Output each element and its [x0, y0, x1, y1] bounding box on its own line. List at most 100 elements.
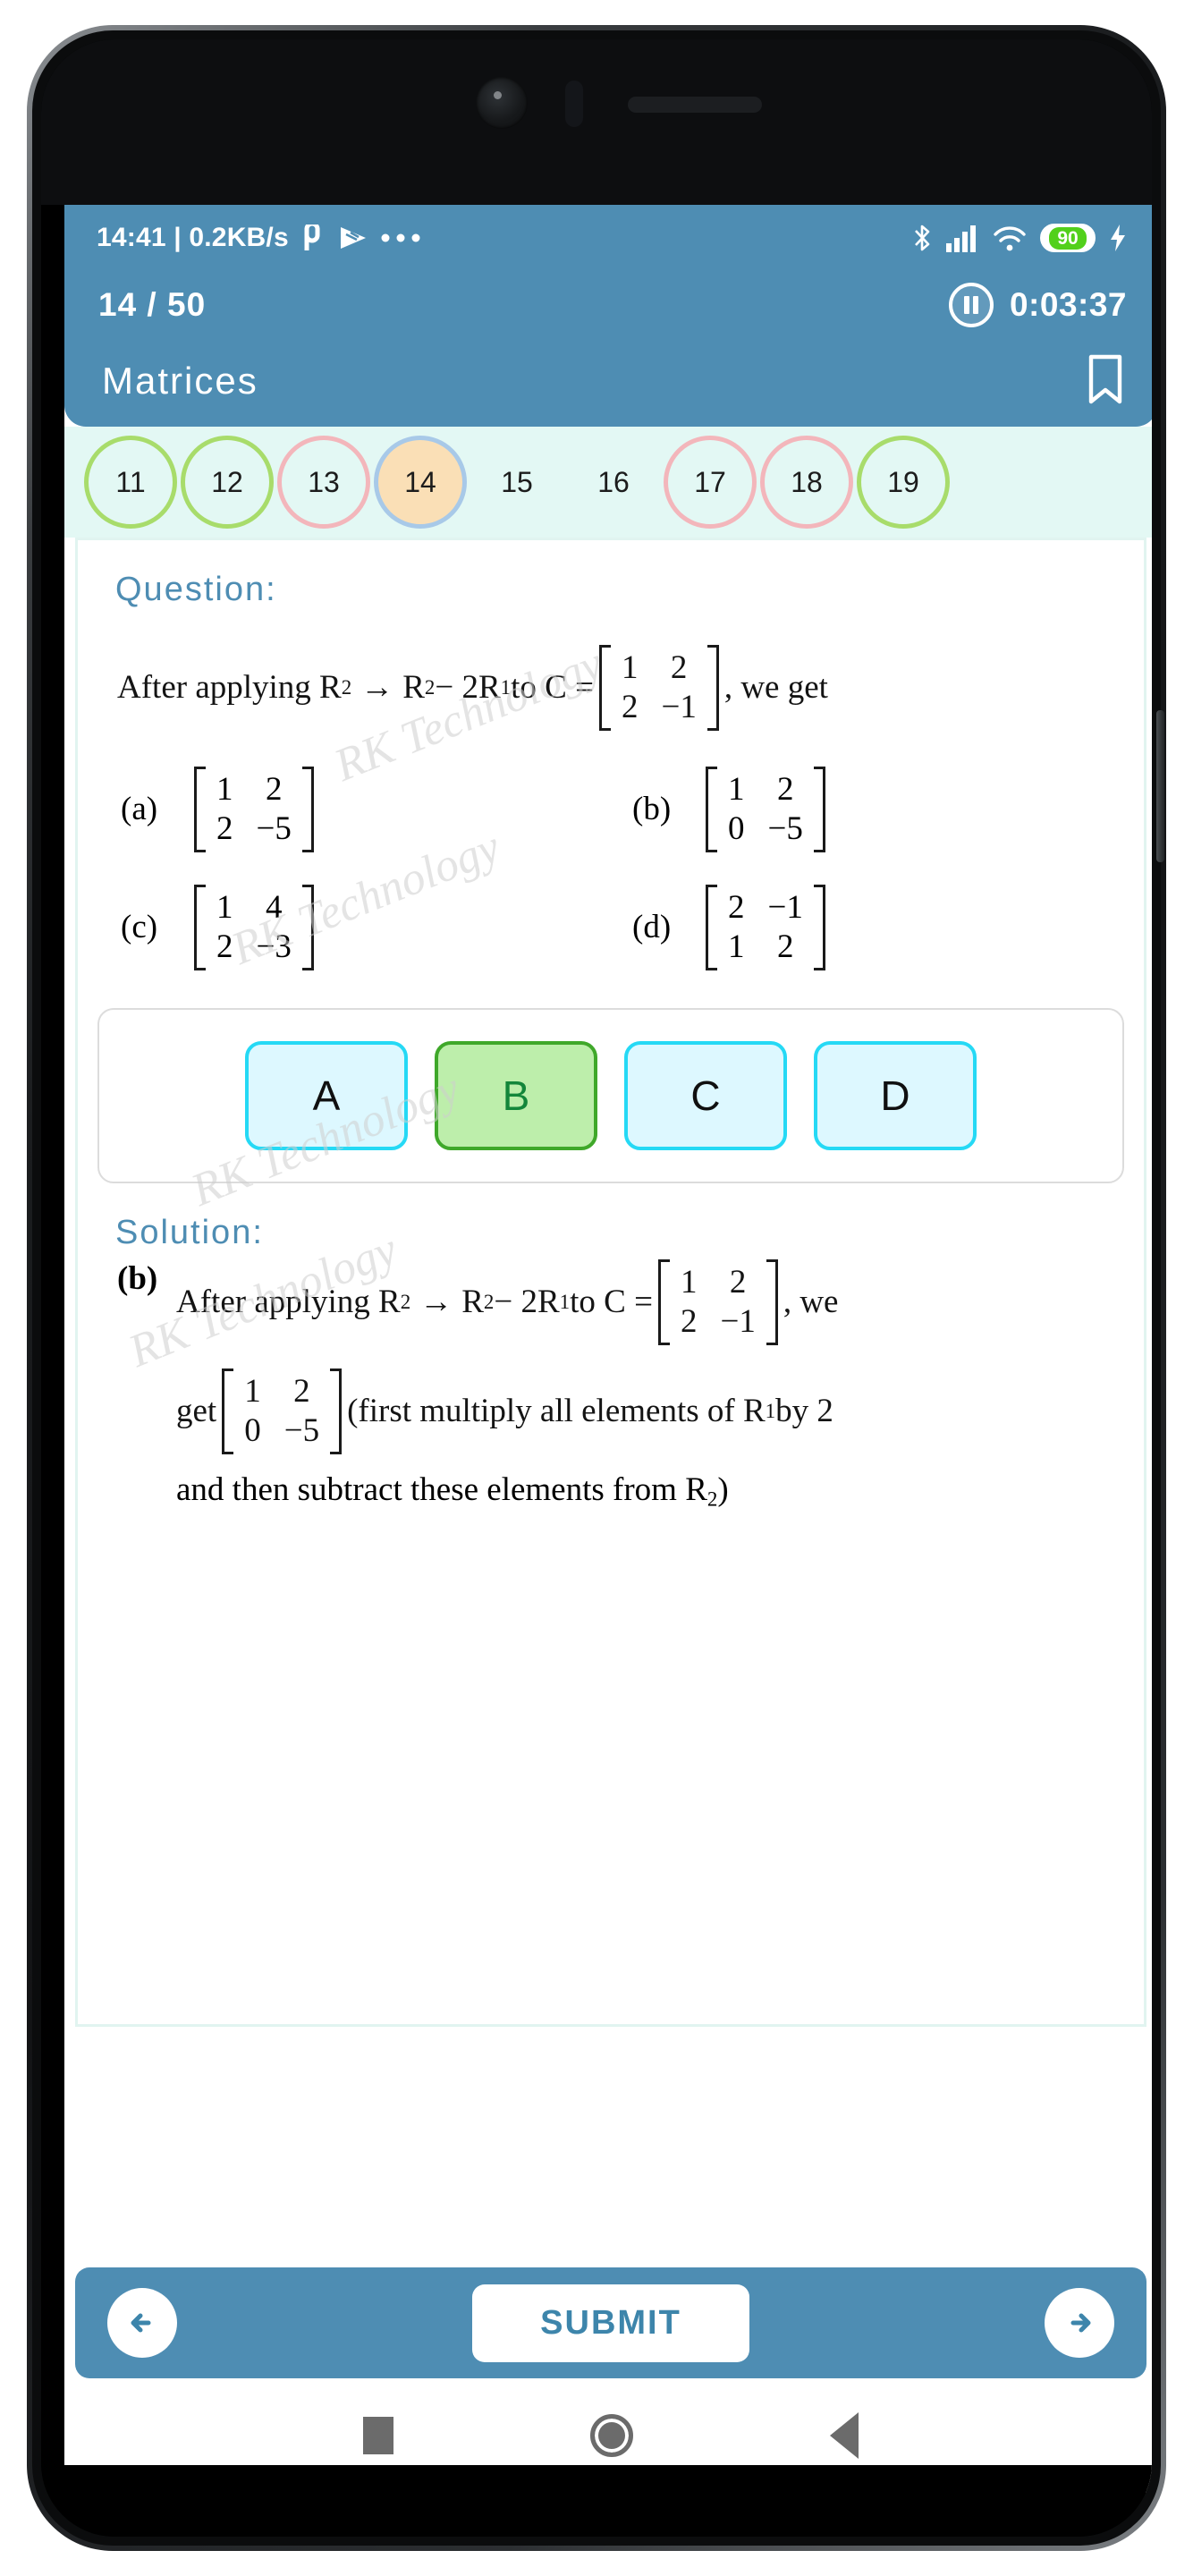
solution-line3-sub: 2 — [706, 1487, 718, 1510]
solution-matrix-1: 1 2 2 −1 — [657, 1258, 778, 1345]
matrix-bracket-right — [766, 1258, 778, 1345]
question-pill-16[interactable]: 16 — [567, 436, 660, 529]
triangle-back-icon[interactable] — [830, 2412, 859, 2459]
notch-area — [41, 39, 1152, 205]
question-pill-14[interactable]: 14 — [374, 436, 467, 529]
matrix-bracket-right — [706, 645, 719, 731]
matrix-cell: 2 — [729, 1263, 747, 1301]
question-number-strip[interactable]: 11 12 13 14 15 16 17 18 19 — [64, 427, 1152, 538]
matrix-cell: −5 — [767, 809, 803, 847]
question-text-before: After applying R — [117, 669, 342, 707]
question-sub-2: 2 — [424, 675, 436, 699]
solution-sub-1: 2 — [400, 1290, 411, 1313]
matrix-cell: 2 — [776, 928, 794, 965]
matrix-cell: −5 — [256, 809, 292, 847]
option-d[interactable]: (d) 2 −1 1 2 — [632, 884, 1144, 970]
solution-line-1: (b) After applying R2 → R2 − 2R 1 to C = … — [117, 1258, 1144, 1345]
solution-line3-before: and then subtract these elements from R — [176, 1470, 707, 1508]
matrix-cell: −1 — [661, 688, 697, 725]
solution-body: (b) After applying R2 → R2 − 2R 1 to C = … — [78, 1252, 1144, 1511]
question-pill-18[interactable]: 18 — [760, 436, 853, 529]
circle-home-icon[interactable] — [590, 2414, 633, 2457]
matrix-cell: 0 — [728, 809, 745, 847]
option-c[interactable]: (c) 1 4 2 −3 — [121, 884, 632, 970]
opera-icon — [301, 225, 326, 251]
question-matrix: 1 2 2 −1 — [598, 645, 719, 731]
matrix-cell: 2 — [265, 770, 283, 808]
solution-line2-before: get — [176, 1393, 217, 1430]
matrix-bracket-right — [301, 766, 314, 852]
option-a[interactable]: (a) 1 2 2 −5 — [121, 766, 632, 852]
answer-button-c[interactable]: C — [624, 1040, 787, 1150]
question-counter: 14 / 50 — [98, 286, 207, 323]
matrix-bracket-left — [706, 884, 717, 970]
title-row: Matrices — [64, 339, 1152, 423]
matrix-values: 1 2 2 −5 — [206, 767, 302, 852]
matrix-cell: −5 — [283, 1411, 320, 1449]
question-pill-11[interactable]: 11 — [84, 436, 177, 529]
matrix-bracket-left — [706, 766, 717, 852]
matrix-bracket-left — [194, 884, 206, 970]
answer-button-b[interactable]: B — [435, 1040, 597, 1150]
matrix-bracket-left — [598, 645, 611, 731]
app-screen: 14:41 | 0.2KB/s 90 14 / 50 0:03:37 Matri… — [64, 205, 1152, 2378]
matrix-values: 2 −1 1 2 — [717, 885, 814, 970]
matrix-values: 1 2 0 −5 — [717, 767, 814, 852]
question-text-to: to C = — [511, 669, 594, 707]
bookmark-icon[interactable] — [1086, 354, 1125, 409]
question-text-after: , we get — [723, 669, 828, 707]
front-camera-icon — [476, 77, 528, 129]
option-label: (a) — [121, 791, 158, 828]
phone-frame: 14:41 | 0.2KB/s 90 14 / 50 0:03:37 Matri… — [27, 25, 1166, 2551]
matrix-bracket-right — [330, 1368, 343, 1454]
page-title: Matrices — [102, 360, 258, 402]
more-dots-icon — [380, 233, 421, 243]
matrix-cell: 2 — [680, 1302, 698, 1340]
answer-button-a[interactable]: A — [245, 1040, 408, 1150]
question-sub-1: 2 — [341, 675, 352, 699]
question-pill-13[interactable]: 13 — [277, 436, 370, 529]
pause-icon[interactable] — [948, 283, 994, 327]
square-recents-icon[interactable] — [363, 2417, 393, 2454]
solution-arrow: → — [419, 1284, 453, 1321]
solution-line2-tail: by 2 — [775, 1393, 833, 1430]
matrix-cell: −1 — [767, 888, 803, 926]
matrix-cell: 1 — [728, 928, 745, 965]
answer-button-d[interactable]: D — [814, 1040, 977, 1150]
solution-line3-after: ) — [717, 1470, 729, 1508]
question-pill-12[interactable]: 12 — [181, 436, 274, 529]
options-grid: (a) 1 2 2 −5 (b) 1 2 0 −5 (c) 1 4 2 −3 (d) 2 −1 1 2 — [78, 731, 1144, 970]
solution-sub-2: 2 — [483, 1290, 495, 1313]
matrix-values: 1 4 2 −3 — [206, 885, 302, 970]
signal-icon — [945, 224, 979, 252]
arrow-left-icon[interactable] — [107, 2288, 177, 2358]
option-b[interactable]: (b) 1 2 0 −5 — [632, 766, 1144, 852]
option-label: (d) — [632, 909, 672, 946]
solution-line-3: and then subtract these elements from R2… — [117, 1470, 1144, 1511]
power-button[interactable] — [1156, 710, 1164, 862]
matrix-values: 1 2 2 −1 — [611, 645, 707, 731]
option-matrix: 1 4 2 −3 — [194, 884, 314, 970]
question-minus: − 2R — [435, 669, 501, 707]
matrix-bracket-right — [813, 766, 825, 852]
arrow-right-icon[interactable] — [1045, 2288, 1114, 2358]
submit-button[interactable]: SUBMIT — [472, 2284, 749, 2362]
solution-line-2: get 1 2 0 −5 (first multiply all elements o… — [117, 1368, 1144, 1454]
answer-buttons-panel[interactable]: ABCD — [97, 1007, 1124, 1183]
question-pill-15[interactable]: 15 — [470, 436, 563, 529]
matrix-cell: 2 — [293, 1372, 310, 1410]
matrix-cell: 2 — [728, 888, 745, 926]
solution-text-mid: R — [461, 1284, 484, 1321]
matrix-cell: 2 — [216, 928, 233, 965]
status-bar-right: 90 — [912, 223, 1127, 253]
proximity-sensor-icon — [565, 80, 583, 127]
option-label: (b) — [632, 791, 672, 828]
question-section-label: Question: — [115, 571, 277, 608]
question-pill-19[interactable]: 19 — [857, 436, 950, 529]
solution-answer-letter: (b) — [117, 1259, 158, 1297]
option-label: (c) — [121, 909, 158, 946]
question-pill-17[interactable]: 17 — [664, 436, 757, 529]
solution-text-to: to C = — [570, 1284, 653, 1321]
battery-percent: 90 — [1049, 226, 1087, 250]
option-matrix: 1 2 0 −5 — [706, 766, 825, 852]
